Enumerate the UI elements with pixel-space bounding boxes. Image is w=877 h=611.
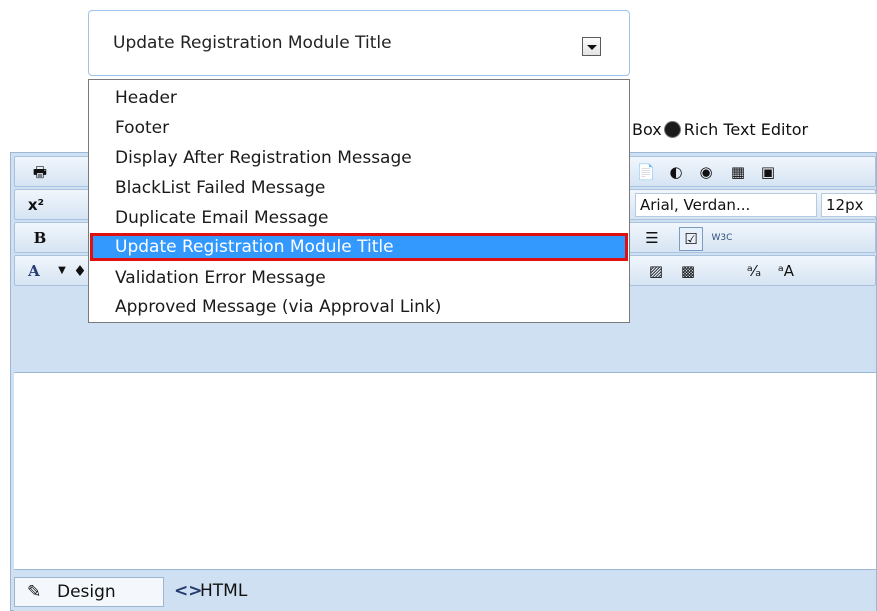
module-text-dropdown-list: Header Footer Display After Registration… bbox=[88, 79, 630, 323]
tab-html[interactable]: <> HTML bbox=[174, 577, 294, 607]
save-icon[interactable]: ▣ bbox=[757, 161, 779, 183]
tab-html-label: HTML bbox=[200, 581, 248, 601]
radio-label-rich-text: Rich Text Editor bbox=[683, 120, 809, 139]
media-icon[interactable]: ◉ bbox=[695, 161, 717, 183]
insert-doc-icon[interactable]: 📄 bbox=[635, 161, 657, 183]
image-manager-icon[interactable]: ▨ bbox=[645, 260, 667, 282]
code-icon: <> bbox=[174, 581, 203, 601]
print-icon[interactable]: 🖶 bbox=[29, 161, 51, 183]
option-update-registration-title[interactable]: Update Registration Module Title bbox=[90, 233, 628, 261]
module-text-select[interactable]: Update Registration Module Title bbox=[88, 10, 630, 76]
template-icon[interactable]: ▦ bbox=[727, 161, 749, 183]
tab-design[interactable]: ✎ Design bbox=[14, 577, 164, 607]
flash-icon[interactable]: ◐ bbox=[665, 161, 687, 183]
option-footer[interactable]: Footer bbox=[90, 114, 628, 142]
pencil-icon: ✎ bbox=[27, 582, 42, 602]
option-duplicate-email[interactable]: Duplicate Email Message bbox=[90, 204, 628, 232]
radio-rich-text-editor[interactable] bbox=[663, 121, 681, 138]
font-name-select[interactable]: Arial, Verdan... bbox=[635, 193, 817, 217]
spellcheck-icon[interactable]: ᵃ⁄ₐ bbox=[743, 260, 765, 282]
tab-design-label: Design bbox=[57, 582, 116, 602]
w3c-validate-icon[interactable]: W3C bbox=[711, 227, 733, 249]
editor-type-radio-row: Box Rich Text Editor bbox=[632, 120, 808, 144]
superscript-icon[interactable]: x² bbox=[25, 194, 47, 216]
select-current-value: Update Registration Module Title bbox=[113, 33, 392, 53]
bold-icon[interactable]: B bbox=[29, 227, 51, 249]
option-validation-error[interactable]: Validation Error Message bbox=[90, 264, 628, 292]
editor-mode-bar: ✎ Design <> HTML bbox=[14, 571, 876, 611]
chevron-down-icon[interactable] bbox=[582, 37, 601, 56]
font-color-icon[interactable]: A bbox=[23, 260, 45, 282]
bullet-list-icon[interactable]: ☰ bbox=[641, 227, 663, 249]
radio-label-textbox: Box bbox=[632, 120, 662, 139]
editor-content-area[interactable] bbox=[14, 372, 876, 570]
option-approved-message[interactable]: Approved Message (via Approval Link) bbox=[90, 293, 628, 321]
spellcheck-all-icon[interactable]: ᵃA bbox=[775, 260, 797, 282]
option-header[interactable]: Header bbox=[90, 84, 628, 112]
option-display-after-registration[interactable]: Display After Registration Message bbox=[90, 144, 628, 172]
option-blacklist-failed[interactable]: BlackList Failed Message bbox=[90, 174, 628, 202]
image-map-icon[interactable]: ▩ bbox=[677, 260, 699, 282]
font-size-select[interactable]: 12px bbox=[821, 193, 877, 217]
track-changes-icon[interactable]: ☑ bbox=[679, 227, 703, 251]
